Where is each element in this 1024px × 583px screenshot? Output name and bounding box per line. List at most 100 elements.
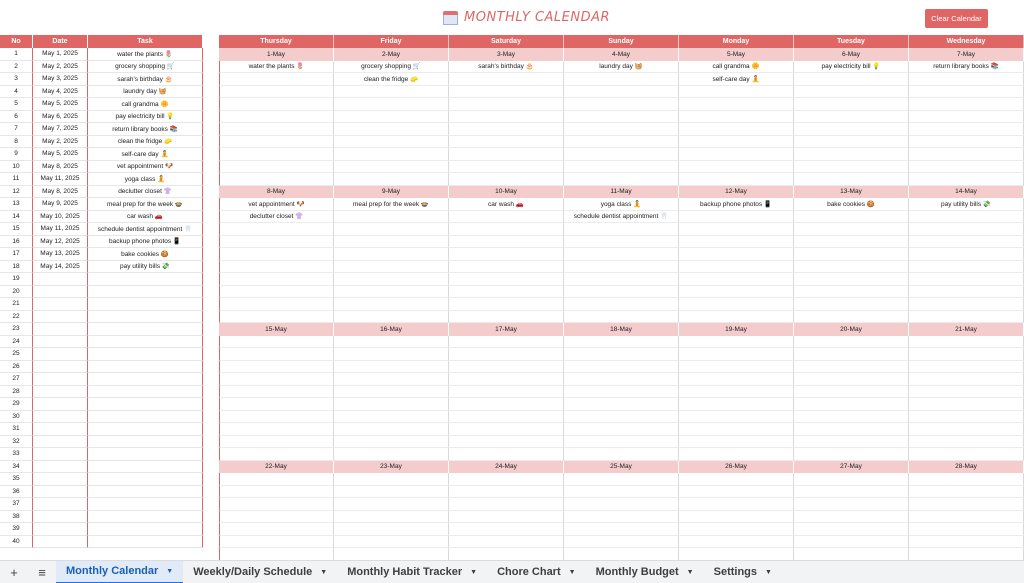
sheet-tab[interactable]: Settings ▼ [704, 561, 782, 583]
list-cell-date[interactable]: May 12, 2025 [33, 235, 88, 248]
calendar-task-cell[interactable]: pay utility bills 💸 [909, 198, 1024, 211]
list-cell-no[interactable]: 33 [0, 448, 33, 461]
date-cell[interactable]: 18-May [564, 323, 679, 336]
calendar-task-cell[interactable] [564, 73, 679, 86]
list-cell-no[interactable]: 7 [0, 123, 33, 136]
calendar-task-cell[interactable] [794, 148, 909, 161]
calendar-task-cell[interactable]: water the plants 🌷 [219, 60, 334, 73]
calendar-task-cell[interactable] [219, 310, 334, 323]
list-item[interactable]: 2 May 2, 2025 grocery shopping 🛒 [0, 60, 203, 73]
calendar-task-cell[interactable] [794, 373, 909, 386]
calendar-task-cell[interactable] [679, 548, 794, 561]
calendar-task-cell[interactable] [449, 223, 564, 236]
calendar-task-cell[interactable] [219, 498, 334, 511]
calendar-task-cell[interactable] [334, 385, 449, 398]
calendar-task-cell[interactable] [679, 285, 794, 298]
list-cell-date[interactable] [33, 310, 88, 323]
list-cell-task[interactable]: backup phone photos 📱 [88, 235, 203, 248]
list-cell-no[interactable]: 26 [0, 360, 33, 373]
calendar-task-cell[interactable] [794, 348, 909, 361]
calendar-task-cell[interactable] [679, 535, 794, 548]
calendar-task-cell[interactable] [449, 335, 564, 348]
calendar-task-cell[interactable] [909, 248, 1024, 261]
list-cell-date[interactable] [33, 298, 88, 311]
calendar-task-cell[interactable] [219, 548, 334, 561]
list-item[interactable]: 11 May 11, 2025 yoga class 🧘 [0, 173, 203, 186]
list-item[interactable]: 25 [0, 348, 203, 361]
list-cell-task[interactable]: yoga class 🧘 [88, 173, 203, 186]
list-item[interactable]: 22 [0, 310, 203, 323]
date-cell[interactable]: 11-May [564, 185, 679, 198]
calendar-task-cell[interactable] [909, 498, 1024, 511]
list-cell-date[interactable] [33, 510, 88, 523]
list-cell-date[interactable]: May 8, 2025 [33, 160, 88, 173]
calendar-task-cell[interactable] [564, 273, 679, 286]
list-cell-task[interactable] [88, 473, 203, 486]
list-item[interactable]: 30 [0, 410, 203, 423]
calendar-task-cell[interactable] [564, 135, 679, 148]
calendar-task-cell[interactable] [449, 423, 564, 436]
calendar-task-cell[interactable] [334, 223, 449, 236]
list-cell-date[interactable] [33, 398, 88, 411]
calendar-task-cell[interactable] [334, 498, 449, 511]
calendar-task-cell[interactable] [219, 123, 334, 136]
calendar-task-cell[interactable] [794, 223, 909, 236]
calendar-task-cell[interactable] [449, 285, 564, 298]
calendar-task-cell[interactable] [564, 148, 679, 161]
calendar-task-cell[interactable] [564, 410, 679, 423]
list-cell-task[interactable] [88, 523, 203, 536]
date-cell[interactable]: 5-May [679, 48, 794, 61]
list-cell-task[interactable] [88, 535, 203, 548]
calendar-task-cell[interactable] [909, 285, 1024, 298]
list-cell-task[interactable]: bake cookies 🍪 [88, 248, 203, 261]
list-item[interactable]: 18 May 14, 2025 pay utility bills 💸 [0, 260, 203, 273]
list-cell-no[interactable]: 1 [0, 48, 33, 61]
calendar-task-cell[interactable] [909, 410, 1024, 423]
list-cell-date[interactable]: May 3, 2025 [33, 73, 88, 86]
list-item[interactable]: 12 May 8, 2025 declutter closet 👚 [0, 185, 203, 198]
list-cell-task[interactable]: schedule dentist appointment 🦷 [88, 223, 203, 236]
list-cell-task[interactable] [88, 448, 203, 461]
list-cell-task[interactable]: meal prep for the week 🍲 [88, 198, 203, 211]
list-cell-no[interactable]: 24 [0, 335, 33, 348]
calendar-task-cell[interactable] [449, 348, 564, 361]
calendar-task-cell[interactable] [679, 260, 794, 273]
calendar-task-cell[interactable] [334, 160, 449, 173]
date-cell[interactable]: 26-May [679, 460, 794, 473]
calendar-task-cell[interactable] [909, 360, 1024, 373]
calendar-task-cell[interactable] [449, 298, 564, 311]
list-item[interactable]: 5 May 5, 2025 call grandma 🌼 [0, 98, 203, 111]
calendar-task-cell[interactable] [449, 310, 564, 323]
date-cell[interactable]: 23-May [334, 460, 449, 473]
calendar-task-cell[interactable] [909, 273, 1024, 286]
calendar-task-cell[interactable] [679, 523, 794, 536]
sheet-tab[interactable]: Weekly/Daily Schedule ▼ [183, 561, 337, 583]
list-cell-task[interactable]: pay electricity bill 💡 [88, 110, 203, 123]
calendar-task-cell[interactable] [909, 473, 1024, 486]
list-cell-date[interactable]: May 8, 2025 [33, 185, 88, 198]
calendar-task-cell[interactable] [449, 360, 564, 373]
date-cell[interactable]: 19-May [679, 323, 794, 336]
calendar-task-cell[interactable] [449, 135, 564, 148]
list-item[interactable]: 3 May 3, 2025 sarah's birthday 🎂 [0, 73, 203, 86]
calendar-task-cell[interactable] [334, 173, 449, 186]
calendar-task-cell[interactable] [679, 373, 794, 386]
list-cell-date[interactable] [33, 335, 88, 348]
calendar-task-cell[interactable] [449, 535, 564, 548]
list-cell-no[interactable]: 27 [0, 373, 33, 386]
calendar-task-cell[interactable] [219, 473, 334, 486]
calendar-task-cell[interactable] [794, 473, 909, 486]
list-item[interactable]: 23 [0, 323, 203, 336]
calendar-task-cell[interactable] [449, 398, 564, 411]
list-item[interactable]: 35 [0, 473, 203, 486]
list-cell-date[interactable]: May 10, 2025 [33, 210, 88, 223]
list-cell-task[interactable]: laundry day 🧺 [88, 85, 203, 98]
calendar-task-cell[interactable] [334, 410, 449, 423]
date-cell[interactable]: 3-May [449, 48, 564, 61]
calendar-task-cell[interactable] [679, 273, 794, 286]
chevron-down-icon[interactable]: ▼ [166, 568, 173, 575]
calendar-task-cell[interactable] [794, 548, 909, 561]
calendar-task-cell[interactable] [219, 148, 334, 161]
add-sheet-icon[interactable]: + [0, 561, 28, 583]
calendar-task-cell[interactable]: call grandma 🌼 [679, 60, 794, 73]
